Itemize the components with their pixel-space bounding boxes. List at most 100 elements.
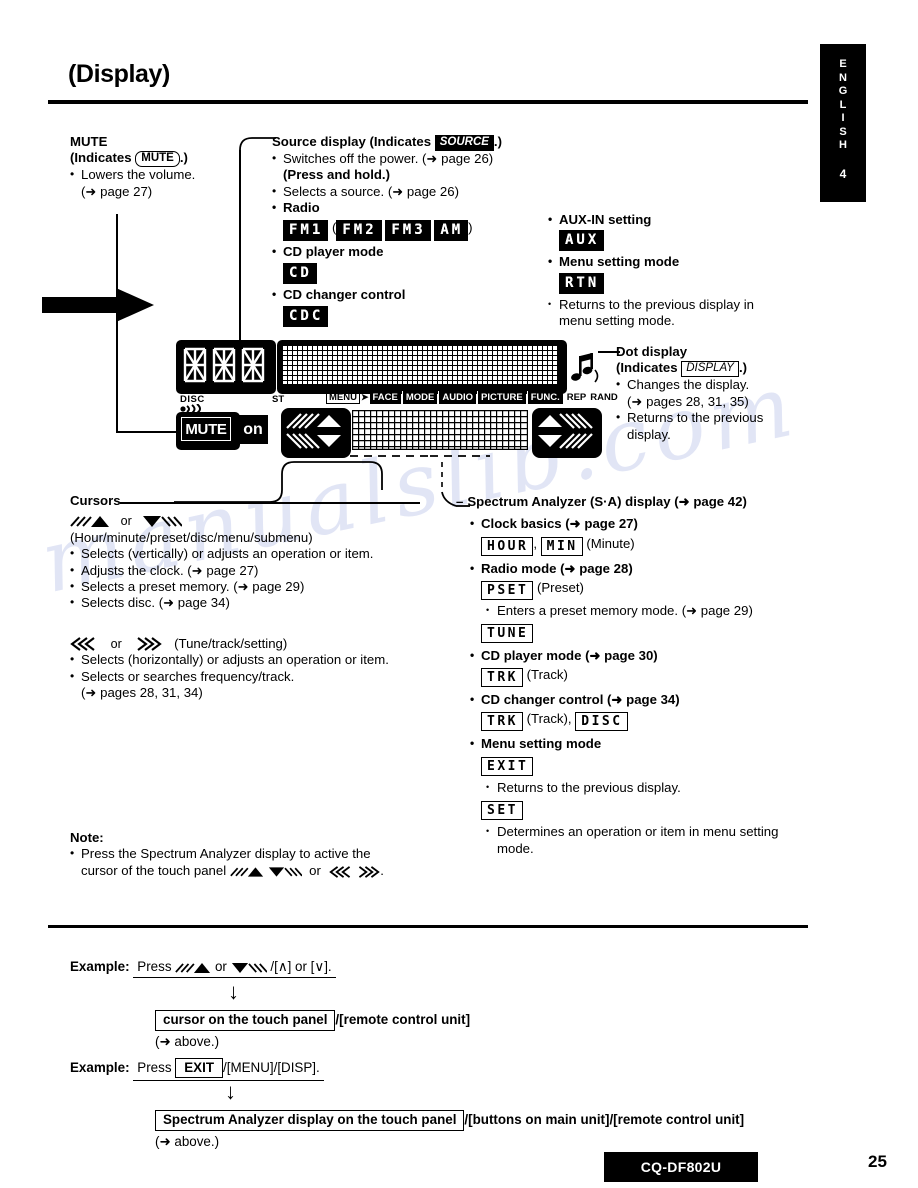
source-display-heading: Source display (Indicates SOURCE.) <box>272 134 502 151</box>
mute-bullet-ref: (➜ page 27) <box>81 183 153 199</box>
lcd-label-menu: MENU <box>326 391 360 404</box>
spectrum-set-sub: Determines an operation or item in menu … <box>486 823 817 857</box>
seg-am: AM <box>434 219 469 241</box>
example-1-flow-arrow-icon: ↓ <box>228 979 239 1004</box>
seg-rtn: RTN <box>559 272 605 294</box>
language-tab-letter: S <box>839 125 847 138</box>
lcd-label-mode: MODE <box>401 391 438 404</box>
note-text: Press the Spectrum Analyzer display to a… <box>70 845 451 862</box>
spectrum-callout: – Spectrum Analyzer (S·A) display (➜ page… <box>456 494 812 857</box>
cursors-bullet-4: Selects disc. (➜ page 34) <box>70 594 430 611</box>
lcd-spectrum-analyzer-grid[interactable] <box>352 410 528 450</box>
spectrum-exit-seg: EXIT <box>481 756 812 776</box>
lcd-indicator-row: MENU ➤ FACE MODE AUDIO PICTURE FUNC. REP… <box>326 391 618 404</box>
language-tab: E N G L I S H 4 <box>820 44 866 202</box>
seg-aux: AUX <box>559 230 605 252</box>
spectrum-cd-seg: TRK (Track) <box>481 667 812 688</box>
cdc-segment-wrap: CDC <box>272 306 554 328</box>
lcd-label-face: FACE <box>369 391 401 404</box>
lcd-panel-illustration: DISC ST MENU ➤ FACE MODE AUDIO PICTURE F… <box>176 340 618 462</box>
seg-fm1: FM1 <box>283 219 329 241</box>
language-tab-letter: E <box>839 58 847 70</box>
spectrum-heading: – Spectrum Analyzer (S·A) display (➜ page… <box>456 494 747 509</box>
mute-heading: MUTE <box>70 134 108 149</box>
cursors-row1-desc: (Hour/minute/preset/disc/menu/submenu) <box>70 529 313 545</box>
lcd-label-st: ST <box>272 394 285 405</box>
language-tab-letter: I <box>841 112 845 124</box>
spectrum-cd-title: CD player mode (➜ page 30) <box>470 647 812 664</box>
aux-bullet-2: Menu setting mode <box>548 253 798 270</box>
spectrum-dash: – <box>456 494 464 509</box>
aux-segment-wrap: AUX <box>548 230 798 252</box>
mute-callout: MUTE (Indicates MUTE.) Lowers the volume… <box>70 134 260 200</box>
spectrum-cdc-segs: TRK (Track), DISC <box>481 711 812 732</box>
dot-bullet-2: Returns to the previous display. <box>616 409 777 443</box>
dm-disc: DISC <box>575 712 628 732</box>
page-title: (Display) <box>68 60 170 88</box>
source-bullet-1: Switches off the power. (➜ page 26) <box>272 150 554 167</box>
spectrum-set-seg: SET <box>481 800 812 821</box>
cursor-right-glyph-icon[interactable] <box>536 412 594 450</box>
example-1-result-box[interactable]: cursor on the touch panel <box>155 1010 336 1031</box>
seg-fm2: FM2 <box>336 219 382 241</box>
source-bullet-cdc: CD changer control <box>272 286 554 303</box>
cursor-left-glyph-icon[interactable] <box>285 412 343 450</box>
lcd-menu-arrow-icon: ➤ <box>360 392 369 402</box>
manual-page: manualslib.com E N G L I S H 4 (Display)… <box>0 0 918 1188</box>
lcd-mute-chip: MUTE <box>181 417 231 441</box>
tune-left-glyph-icon <box>328 865 350 878</box>
note-heading: Note: <box>70 830 104 845</box>
source-bullet-cd: CD player mode <box>272 243 554 260</box>
spectrum-exit-sub: Returns to the previous display. <box>486 779 812 796</box>
tune-right-glyph-icon <box>137 637 163 651</box>
lcd-source-cells <box>183 347 265 383</box>
example-1-result: cursor on the touch panel/[remote contro… <box>155 1010 471 1049</box>
dot-display-callout: Dot display (Indicates DISPLAY.) Changes… <box>616 344 816 443</box>
example-2-result: Spectrum Analyzer display on the touch p… <box>155 1110 745 1149</box>
display-keycap: DISPLAY <box>681 361 739 378</box>
aux-callout: AUX-IN setting AUX Menu setting mode RTN… <box>548 211 798 330</box>
cursors-bullet-6-ref: (➜ pages 28, 31, 34) <box>81 685 203 701</box>
dm-trk: TRK <box>481 668 523 688</box>
source-keycap: SOURCE <box>434 135 494 151</box>
lcd-dot-matrix-grid <box>282 345 558 385</box>
aux-bullet-1: AUX-IN setting <box>548 211 798 228</box>
language-tab-letter: L <box>839 98 847 111</box>
mute-indicates: (Indicates MUTE.) <box>70 150 188 168</box>
example-2-press-line: Press EXIT/[MENU]/[DISP]. <box>133 1058 324 1081</box>
example-1-label: Example: <box>70 959 130 974</box>
mute-keycap: MUTE <box>135 151 180 168</box>
dot-display-indicates: (Indicates DISPLAY.) <box>616 360 748 378</box>
dm-min: MIN <box>540 536 583 556</box>
lcd-label-picture: PICTURE <box>477 391 526 404</box>
dot-bullet-1: Changes the display. <box>616 376 816 393</box>
example-1-press-line: Press or /[∧] or [∨]. <box>133 958 336 978</box>
example-1: Example: Press or /[∧] or [∨]. <box>70 958 336 978</box>
title-rule <box>48 100 808 104</box>
dm-trk: TRK <box>481 712 523 732</box>
example-2-exit-box[interactable]: EXIT <box>175 1058 224 1078</box>
tune-right-glyph-icon <box>359 865 381 878</box>
cursors-row2-glyphs: or (Tune/track/setting) <box>70 636 430 652</box>
cursor-down-glyph-icon <box>231 963 267 973</box>
dm-tune: TUNE <box>481 623 534 643</box>
example-2-ref: (➜ above.) <box>155 1134 220 1149</box>
spectrum-cdc-title: CD changer control (➜ page 34) <box>470 691 812 708</box>
pointer-arrow-icon <box>42 288 154 322</box>
seg-cdc: CDC <box>283 306 329 328</box>
spectrum-menu-title: Menu setting mode <box>470 735 812 752</box>
mute-bullet: Lowers the volume. <box>70 166 260 183</box>
lcd-label-rep: REP <box>566 392 587 403</box>
cd-segment-wrap: CD <box>272 263 554 285</box>
lcd-label-rand: RAND <box>590 392 618 403</box>
example-2-result-box[interactable]: Spectrum Analyzer display on the touch p… <box>155 1110 465 1131</box>
rtn-segment-wrap: RTN <box>548 272 798 294</box>
source-leader-vertical <box>239 150 241 350</box>
cursor-up-glyph-icon <box>175 963 211 973</box>
dot-display-leader <box>598 351 620 353</box>
lcd-on-chip: on <box>238 415 268 444</box>
radio-segments: FM1 (FM2 FM3 AM) <box>272 219 554 241</box>
seg-cd: CD <box>283 263 317 285</box>
cursors-bullet-1: Selects (vertically) or adjusts an opera… <box>70 545 421 562</box>
cursors-heading: Cursors <box>70 493 121 508</box>
